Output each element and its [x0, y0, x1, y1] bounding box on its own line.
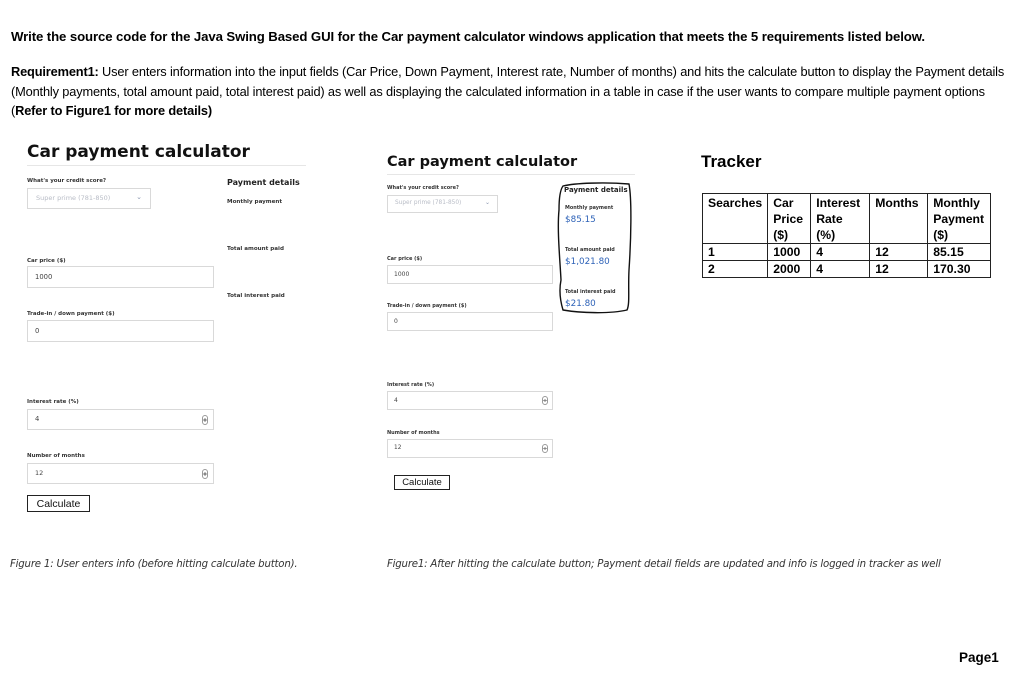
table-row: 1 1000 4 12 85.15 — [701, 243, 992, 261]
interest-rate-label: Interest rate (%) — [387, 382, 435, 388]
spinner-icon[interactable] — [202, 415, 208, 425]
header-line: Rate — [816, 212, 843, 226]
cell-search: 2 — [701, 260, 769, 278]
payment-details-title: Payment details — [564, 186, 628, 194]
interest-rate-input[interactable]: 4 — [27, 409, 214, 430]
tracker-table: Searches Car Price ($) Interest Rate (%)… — [701, 193, 992, 278]
header-line: (%) — [816, 228, 836, 242]
header-line: Car — [773, 196, 794, 210]
interest-rate-label: Interest rate (%) — [27, 399, 79, 405]
header-months: Months — [869, 193, 929, 244]
monthly-payment-label: Monthly payment — [565, 205, 614, 211]
credit-score-value: Super prime (781-850) — [36, 194, 111, 202]
interest-rate-value: 4 — [35, 415, 40, 423]
requirement-1-label: Requirement1: — [11, 64, 99, 79]
cell-search: 1 — [701, 243, 769, 261]
spinner-icon[interactable] — [202, 469, 208, 479]
total-paid-value: $1,021.80 — [565, 257, 610, 267]
header-line: ($) — [773, 228, 789, 242]
car-price-value: 1000 — [394, 271, 410, 278]
requirement-1: Requirement1: User enters information in… — [11, 62, 1016, 121]
total-paid-label: Total amount paid — [565, 247, 615, 253]
credit-score-label: What's your credit score? — [27, 178, 107, 184]
credit-score-select[interactable]: Super prime (781-850) ⌄ — [27, 188, 151, 209]
figure-before-caption: Figure 1: User enters info (before hitti… — [10, 559, 298, 570]
spinner-icon[interactable] — [542, 444, 548, 453]
months-input[interactable]: 12 — [27, 463, 214, 484]
monthly-payment-label: Monthly payment — [227, 199, 283, 205]
months-value: 12 — [394, 445, 402, 451]
car-price-input[interactable]: 1000 — [27, 266, 214, 288]
header-line: Searches — [708, 196, 763, 210]
total-interest-label: Total interest paid — [565, 289, 616, 295]
cell-interest-rate: 4 — [810, 260, 871, 278]
down-payment-input[interactable]: 0 — [387, 312, 553, 331]
car-price-label: Car price ($) — [387, 256, 423, 262]
total-paid-label: Total amount paid — [227, 246, 284, 252]
payment-details-title: Payment details — [227, 178, 300, 187]
interest-rate-input[interactable]: 4 — [387, 391, 553, 410]
cell-months: 12 — [869, 243, 929, 261]
car-price-value: 1000 — [35, 273, 53, 281]
header-line: Price — [773, 212, 804, 226]
header-line: Monthly — [933, 196, 980, 210]
page-number: Page1 — [959, 650, 999, 665]
chevron-down-icon: ⌄ — [484, 199, 490, 206]
down-payment-value: 0 — [394, 318, 398, 325]
title-divider — [27, 165, 306, 166]
table-row: 2 2000 4 12 170.30 — [701, 260, 992, 278]
header-monthly-payment: Monthly Payment ($) — [927, 193, 992, 244]
credit-score-value: Super prime (781-850) — [395, 200, 462, 206]
chevron-down-icon: ⌄ — [136, 193, 142, 201]
figure-after-caption: Figure1: After hitting the calculate but… — [387, 559, 941, 570]
total-interest-label: Total interest paid — [227, 293, 285, 299]
title-divider — [387, 174, 635, 175]
header-line: Payment — [933, 212, 985, 226]
header-interest-rate: Interest Rate (%) — [810, 193, 871, 244]
credit-score-label: What's your credit score? — [387, 185, 459, 191]
down-payment-input[interactable]: 0 — [27, 320, 214, 342]
header-line: Interest — [816, 196, 861, 210]
months-value: 12 — [35, 469, 44, 477]
down-payment-label: Trade-in / down payment ($) — [387, 303, 467, 309]
cell-months: 12 — [869, 260, 929, 278]
calculate-button[interactable]: Calculate — [27, 495, 90, 512]
tracker-title: Tracker — [701, 152, 762, 171]
car-price-label: Car price ($) — [27, 258, 66, 264]
cell-monthly-payment: 170.30 — [927, 260, 992, 278]
monthly-payment-value: $85.15 — [565, 215, 596, 225]
calculator-title: Car payment calculator — [27, 142, 250, 162]
cell-car-price: 2000 — [767, 260, 812, 278]
header-line: ($) — [933, 228, 949, 242]
credit-score-select[interactable]: Super prime (781-850) ⌄ — [387, 195, 498, 213]
calculate-button[interactable]: Calculate — [394, 475, 450, 490]
tracker-header-row: Searches Car Price ($) Interest Rate (%)… — [701, 193, 992, 244]
months-label: Number of months — [27, 453, 85, 459]
header-car-price: Car Price ($) — [767, 193, 812, 244]
months-input[interactable]: 12 — [387, 439, 553, 458]
months-label: Number of months — [387, 430, 440, 436]
down-payment-value: 0 — [35, 327, 40, 335]
header-line: Months — [875, 196, 919, 210]
requirement-1-ref: Refer to Figure1 for more details) — [15, 103, 212, 118]
cell-interest-rate: 4 — [810, 243, 871, 261]
total-interest-value: $21.80 — [565, 299, 596, 309]
cell-car-price: 1000 — [767, 243, 812, 261]
down-payment-label: Trade-in / down payment ($) — [27, 311, 115, 317]
car-price-input[interactable]: 1000 — [387, 265, 553, 284]
calculator-title: Car payment calculator — [387, 154, 578, 170]
interest-rate-value: 4 — [394, 397, 398, 404]
cell-monthly-payment: 85.15 — [927, 243, 992, 261]
spinner-icon[interactable] — [542, 396, 548, 405]
document-heading: Write the source code for the Java Swing… — [11, 29, 925, 44]
header-searches: Searches — [701, 193, 769, 244]
